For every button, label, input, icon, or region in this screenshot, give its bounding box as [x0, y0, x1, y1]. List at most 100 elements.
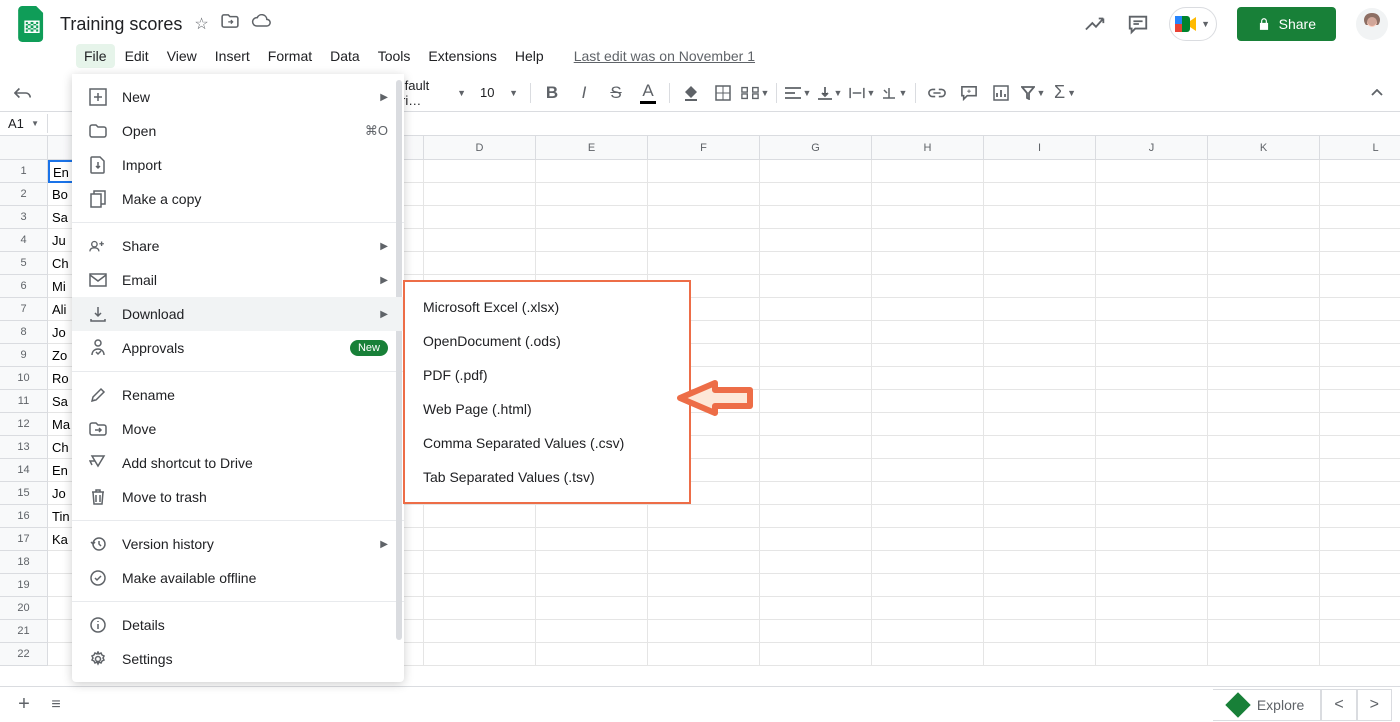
- cell[interactable]: [1320, 298, 1400, 321]
- row-header[interactable]: 4: [0, 229, 48, 252]
- functions-button[interactable]: Σ▼: [1050, 79, 1080, 107]
- cell[interactable]: [648, 551, 760, 574]
- valign-button[interactable]: ▼: [815, 79, 845, 107]
- cell[interactable]: [1320, 367, 1400, 390]
- file-open[interactable]: Open⌘O: [72, 114, 404, 148]
- cell[interactable]: [1096, 643, 1208, 666]
- cell[interactable]: [424, 574, 536, 597]
- file-import[interactable]: Import: [72, 148, 404, 182]
- cell[interactable]: [1320, 436, 1400, 459]
- cell[interactable]: [984, 344, 1096, 367]
- cell[interactable]: [1208, 390, 1320, 413]
- col-header-d[interactable]: D: [424, 136, 536, 160]
- cell[interactable]: [424, 528, 536, 551]
- cell[interactable]: [872, 413, 984, 436]
- row-header[interactable]: 20: [0, 597, 48, 620]
- cell[interactable]: [1096, 229, 1208, 252]
- wrap-button[interactable]: ▼: [847, 79, 877, 107]
- cell[interactable]: [984, 183, 1096, 206]
- row-header[interactable]: 16: [0, 505, 48, 528]
- cell[interactable]: [1208, 367, 1320, 390]
- trends-icon[interactable]: [1085, 17, 1107, 31]
- col-header-l[interactable]: L: [1320, 136, 1400, 160]
- account-avatar[interactable]: [1356, 8, 1388, 40]
- star-icon[interactable]: ☆: [194, 14, 208, 34]
- cell[interactable]: [984, 436, 1096, 459]
- file-details[interactable]: Details: [72, 608, 404, 642]
- menu-insert[interactable]: Insert: [207, 44, 258, 68]
- cell[interactable]: [760, 367, 872, 390]
- nav-left-button[interactable]: <: [1321, 689, 1356, 721]
- text-color-button[interactable]: A: [633, 79, 663, 107]
- move-folder-icon[interactable]: [221, 14, 239, 34]
- cell[interactable]: [984, 551, 1096, 574]
- cell[interactable]: [536, 620, 648, 643]
- col-header-i[interactable]: I: [984, 136, 1096, 160]
- strikethrough-button[interactable]: S: [601, 79, 631, 107]
- cell[interactable]: [872, 597, 984, 620]
- download-tsv[interactable]: Tab Separated Values (.tsv): [405, 460, 689, 494]
- comment-button[interactable]: [954, 79, 984, 107]
- cell[interactable]: [1320, 206, 1400, 229]
- cell[interactable]: [1320, 643, 1400, 666]
- cell[interactable]: [760, 528, 872, 551]
- row-header[interactable]: 12: [0, 413, 48, 436]
- cell[interactable]: [760, 344, 872, 367]
- font-size-selector[interactable]: 10▼: [474, 81, 524, 104]
- cell[interactable]: [872, 528, 984, 551]
- col-header-e[interactable]: E: [536, 136, 648, 160]
- menu-help[interactable]: Help: [507, 44, 552, 68]
- cell[interactable]: [1208, 160, 1320, 183]
- sheets-logo[interactable]: [12, 4, 52, 44]
- all-sheets-button[interactable]: ≡: [40, 689, 72, 721]
- italic-button[interactable]: I: [569, 79, 599, 107]
- file-new[interactable]: New▶: [72, 80, 404, 114]
- cell[interactable]: [536, 597, 648, 620]
- last-edit-link[interactable]: Last edit was on November 1: [574, 48, 755, 64]
- cell[interactable]: [1096, 459, 1208, 482]
- cell[interactable]: [1096, 551, 1208, 574]
- filter-button[interactable]: ▼: [1018, 79, 1048, 107]
- cell[interactable]: [872, 160, 984, 183]
- cell[interactable]: [872, 390, 984, 413]
- bold-button[interactable]: B: [537, 79, 567, 107]
- row-header[interactable]: 13: [0, 436, 48, 459]
- row-header[interactable]: 2: [0, 183, 48, 206]
- cell[interactable]: [536, 574, 648, 597]
- cell[interactable]: [984, 643, 1096, 666]
- row-header[interactable]: 19: [0, 574, 48, 597]
- cell[interactable]: [1208, 321, 1320, 344]
- download-pdf[interactable]: PDF (.pdf): [405, 358, 689, 392]
- cell[interactable]: [1208, 643, 1320, 666]
- cell[interactable]: [1320, 344, 1400, 367]
- row-header[interactable]: 5: [0, 252, 48, 275]
- menu-view[interactable]: View: [159, 44, 205, 68]
- menu-data[interactable]: Data: [322, 44, 368, 68]
- cell[interactable]: [1096, 505, 1208, 528]
- cell[interactable]: [648, 505, 760, 528]
- cell[interactable]: [1208, 528, 1320, 551]
- cell[interactable]: [872, 620, 984, 643]
- cell[interactable]: [536, 505, 648, 528]
- cell[interactable]: [424, 183, 536, 206]
- cell[interactable]: [760, 413, 872, 436]
- nav-right-button[interactable]: >: [1357, 689, 1392, 721]
- cell[interactable]: [1096, 574, 1208, 597]
- download-html[interactable]: Web Page (.html): [405, 392, 689, 426]
- row-header[interactable]: 9: [0, 344, 48, 367]
- cell[interactable]: [760, 459, 872, 482]
- cell[interactable]: [760, 321, 872, 344]
- expand-toolbar-button[interactable]: [1362, 79, 1392, 107]
- cell[interactable]: [872, 482, 984, 505]
- cell[interactable]: [984, 413, 1096, 436]
- cell[interactable]: [1320, 505, 1400, 528]
- cell[interactable]: [872, 298, 984, 321]
- cell[interactable]: [760, 252, 872, 275]
- file-move[interactable]: Move: [72, 412, 404, 446]
- cell[interactable]: [760, 160, 872, 183]
- cell[interactable]: [760, 620, 872, 643]
- cell[interactable]: [760, 275, 872, 298]
- borders-button[interactable]: [708, 79, 738, 107]
- rotate-button[interactable]: ▼: [879, 79, 909, 107]
- cell[interactable]: [1096, 206, 1208, 229]
